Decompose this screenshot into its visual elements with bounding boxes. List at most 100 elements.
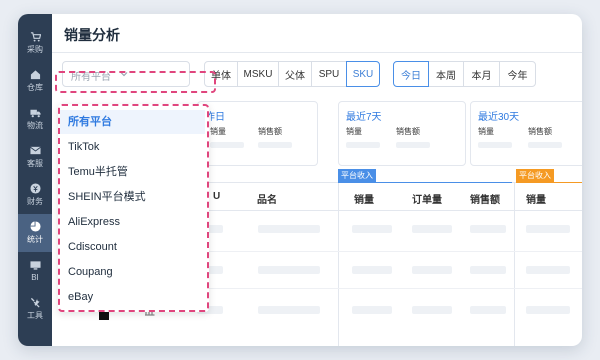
sidebar-item-stats[interactable]: 统计 [18, 214, 52, 252]
platform-dropdown-menu: 所有平台 TikTok Temu半托管 SHEIN平台模式 AliExpress… [58, 104, 209, 312]
dropdown-option-coupang[interactable]: Coupang [60, 260, 205, 284]
skeleton [258, 225, 320, 233]
tab-label: 本周 [436, 70, 456, 82]
card-label-revenue: 销售额 [528, 127, 552, 136]
column-header-sales: 销量 [354, 195, 374, 206]
dimension-tab-sku[interactable]: SKU [346, 61, 380, 87]
skeleton [396, 142, 430, 148]
card-label-revenue: 销售额 [396, 127, 420, 136]
skeleton [210, 142, 244, 148]
dimension-tab-parent[interactable]: 父体 [278, 61, 312, 87]
skeleton [258, 306, 320, 314]
group-tag-platform-income: 平台收入 [338, 169, 376, 182]
period-tab-month[interactable]: 本月 [463, 61, 500, 87]
dimension-tab-msku[interactable]: MSKU [237, 61, 279, 87]
mail-icon [29, 146, 41, 155]
dropdown-option-temu[interactable]: Temu半托管 [60, 160, 205, 184]
card-label-sales: 销量 [210, 127, 226, 136]
skeleton [470, 225, 506, 233]
dropdown-option-aliexpress[interactable]: AliExpress [60, 210, 205, 234]
skeleton [258, 266, 320, 274]
skeleton [412, 306, 452, 314]
sidebar-item-label: BI [31, 273, 39, 282]
app-window: 采购 仓库 物流 客服 财务 统计 BI 工具 销量分析 所有平台 单体 MSK… [18, 14, 582, 346]
truck-icon [29, 109, 41, 118]
skeleton [352, 266, 392, 274]
skeleton [526, 306, 570, 314]
skeleton [526, 225, 570, 233]
stats-card-30days: 最近30天 销量 销售额 [470, 101, 582, 166]
dropdown-option-cdiscount[interactable]: Cdiscount [60, 235, 205, 259]
dimension-tab-spu[interactable]: SPU [311, 61, 347, 87]
cart-icon [30, 32, 41, 42]
stats-card-yesterday: 昨日 销量 销售额 [197, 101, 318, 166]
card-label-revenue: 销售额 [258, 127, 282, 136]
skeleton [412, 266, 452, 274]
skeleton [528, 142, 562, 148]
skeleton [352, 306, 392, 314]
skeleton [346, 142, 380, 148]
skeleton [412, 225, 452, 233]
card-title: 最近7天 [346, 112, 382, 123]
page-title: 销量分析 [64, 27, 120, 43]
tab-label: SKU [352, 68, 374, 80]
column-header-revenue: 销售额 [470, 195, 500, 206]
skeleton [470, 266, 506, 274]
monitor-icon [29, 261, 41, 270]
tools-icon [30, 297, 40, 308]
sidebar-item-logistics[interactable]: 物流 [18, 100, 52, 138]
home-icon [30, 70, 40, 80]
dropdown-option-all-platforms[interactable]: 所有平台 [60, 110, 205, 134]
group-underline-blue [338, 182, 512, 183]
group-tag-platform-income: 平台收入 [516, 169, 554, 182]
pie-chart-icon [29, 221, 41, 232]
column-header-sales-2: 销量 [526, 195, 546, 206]
stats-card-7days: 最近7天 销量 销售额 [338, 101, 466, 166]
sidebar-item-label: 客服 [27, 159, 43, 168]
skeleton [526, 266, 570, 274]
column-header-sku: U [213, 191, 221, 202]
sidebar-item-bi[interactable]: BI [18, 252, 52, 290]
tab-label: 父体 [285, 70, 305, 82]
dropdown-option-tiktok[interactable]: TikTok [60, 135, 205, 159]
sidebar-item-service[interactable]: 客服 [18, 138, 52, 176]
money-icon [29, 183, 41, 194]
sidebar-item-purchase[interactable]: 采购 [18, 24, 52, 62]
tab-label: 本月 [471, 70, 492, 82]
dropdown-option-shein[interactable]: SHEIN平台模式 [60, 185, 205, 209]
tab-label: 今年 [507, 70, 528, 82]
skeleton [352, 225, 392, 233]
header-divider [52, 52, 582, 53]
sidebar-item-label: 仓库 [27, 83, 43, 92]
tab-label: SPU [318, 68, 340, 80]
skeleton [478, 142, 512, 148]
column-header-orders: 订单量 [412, 195, 442, 206]
sidebar-item-tools[interactable]: 工具 [18, 290, 52, 328]
period-tab-year[interactable]: 今年 [499, 61, 536, 87]
card-title: 最近30天 [478, 112, 520, 123]
row-divider [194, 251, 582, 252]
column-divider [338, 183, 339, 346]
card-label-sales: 销量 [478, 127, 494, 136]
dropdown-option-ebay[interactable]: eBay [60, 285, 205, 309]
column-divider [514, 183, 515, 346]
sidebar-item-label: 物流 [27, 121, 43, 130]
period-tab-today[interactable]: 今日 [393, 61, 429, 87]
sidebar-item-label: 财务 [27, 197, 43, 206]
sidebar-item-label: 统计 [27, 235, 43, 244]
row-divider [194, 288, 582, 289]
sidebar-item-warehouse[interactable]: 仓库 [18, 62, 52, 100]
period-tab-week[interactable]: 本周 [428, 61, 464, 87]
card-label-sales: 销量 [346, 127, 362, 136]
skeleton [258, 142, 292, 148]
sidebar-item-finance[interactable]: 财务 [18, 176, 52, 214]
sidebar-item-label: 采购 [27, 45, 43, 54]
header-divider [194, 210, 582, 211]
tab-label: 今日 [401, 70, 421, 82]
skeleton [470, 306, 506, 314]
group-underline-orange [516, 182, 582, 183]
tab-label: MSKU [243, 68, 273, 80]
sidebar-item-label: 工具 [27, 311, 43, 320]
column-header-name: 品名 [257, 195, 277, 206]
platform-select-highlight [55, 71, 216, 93]
